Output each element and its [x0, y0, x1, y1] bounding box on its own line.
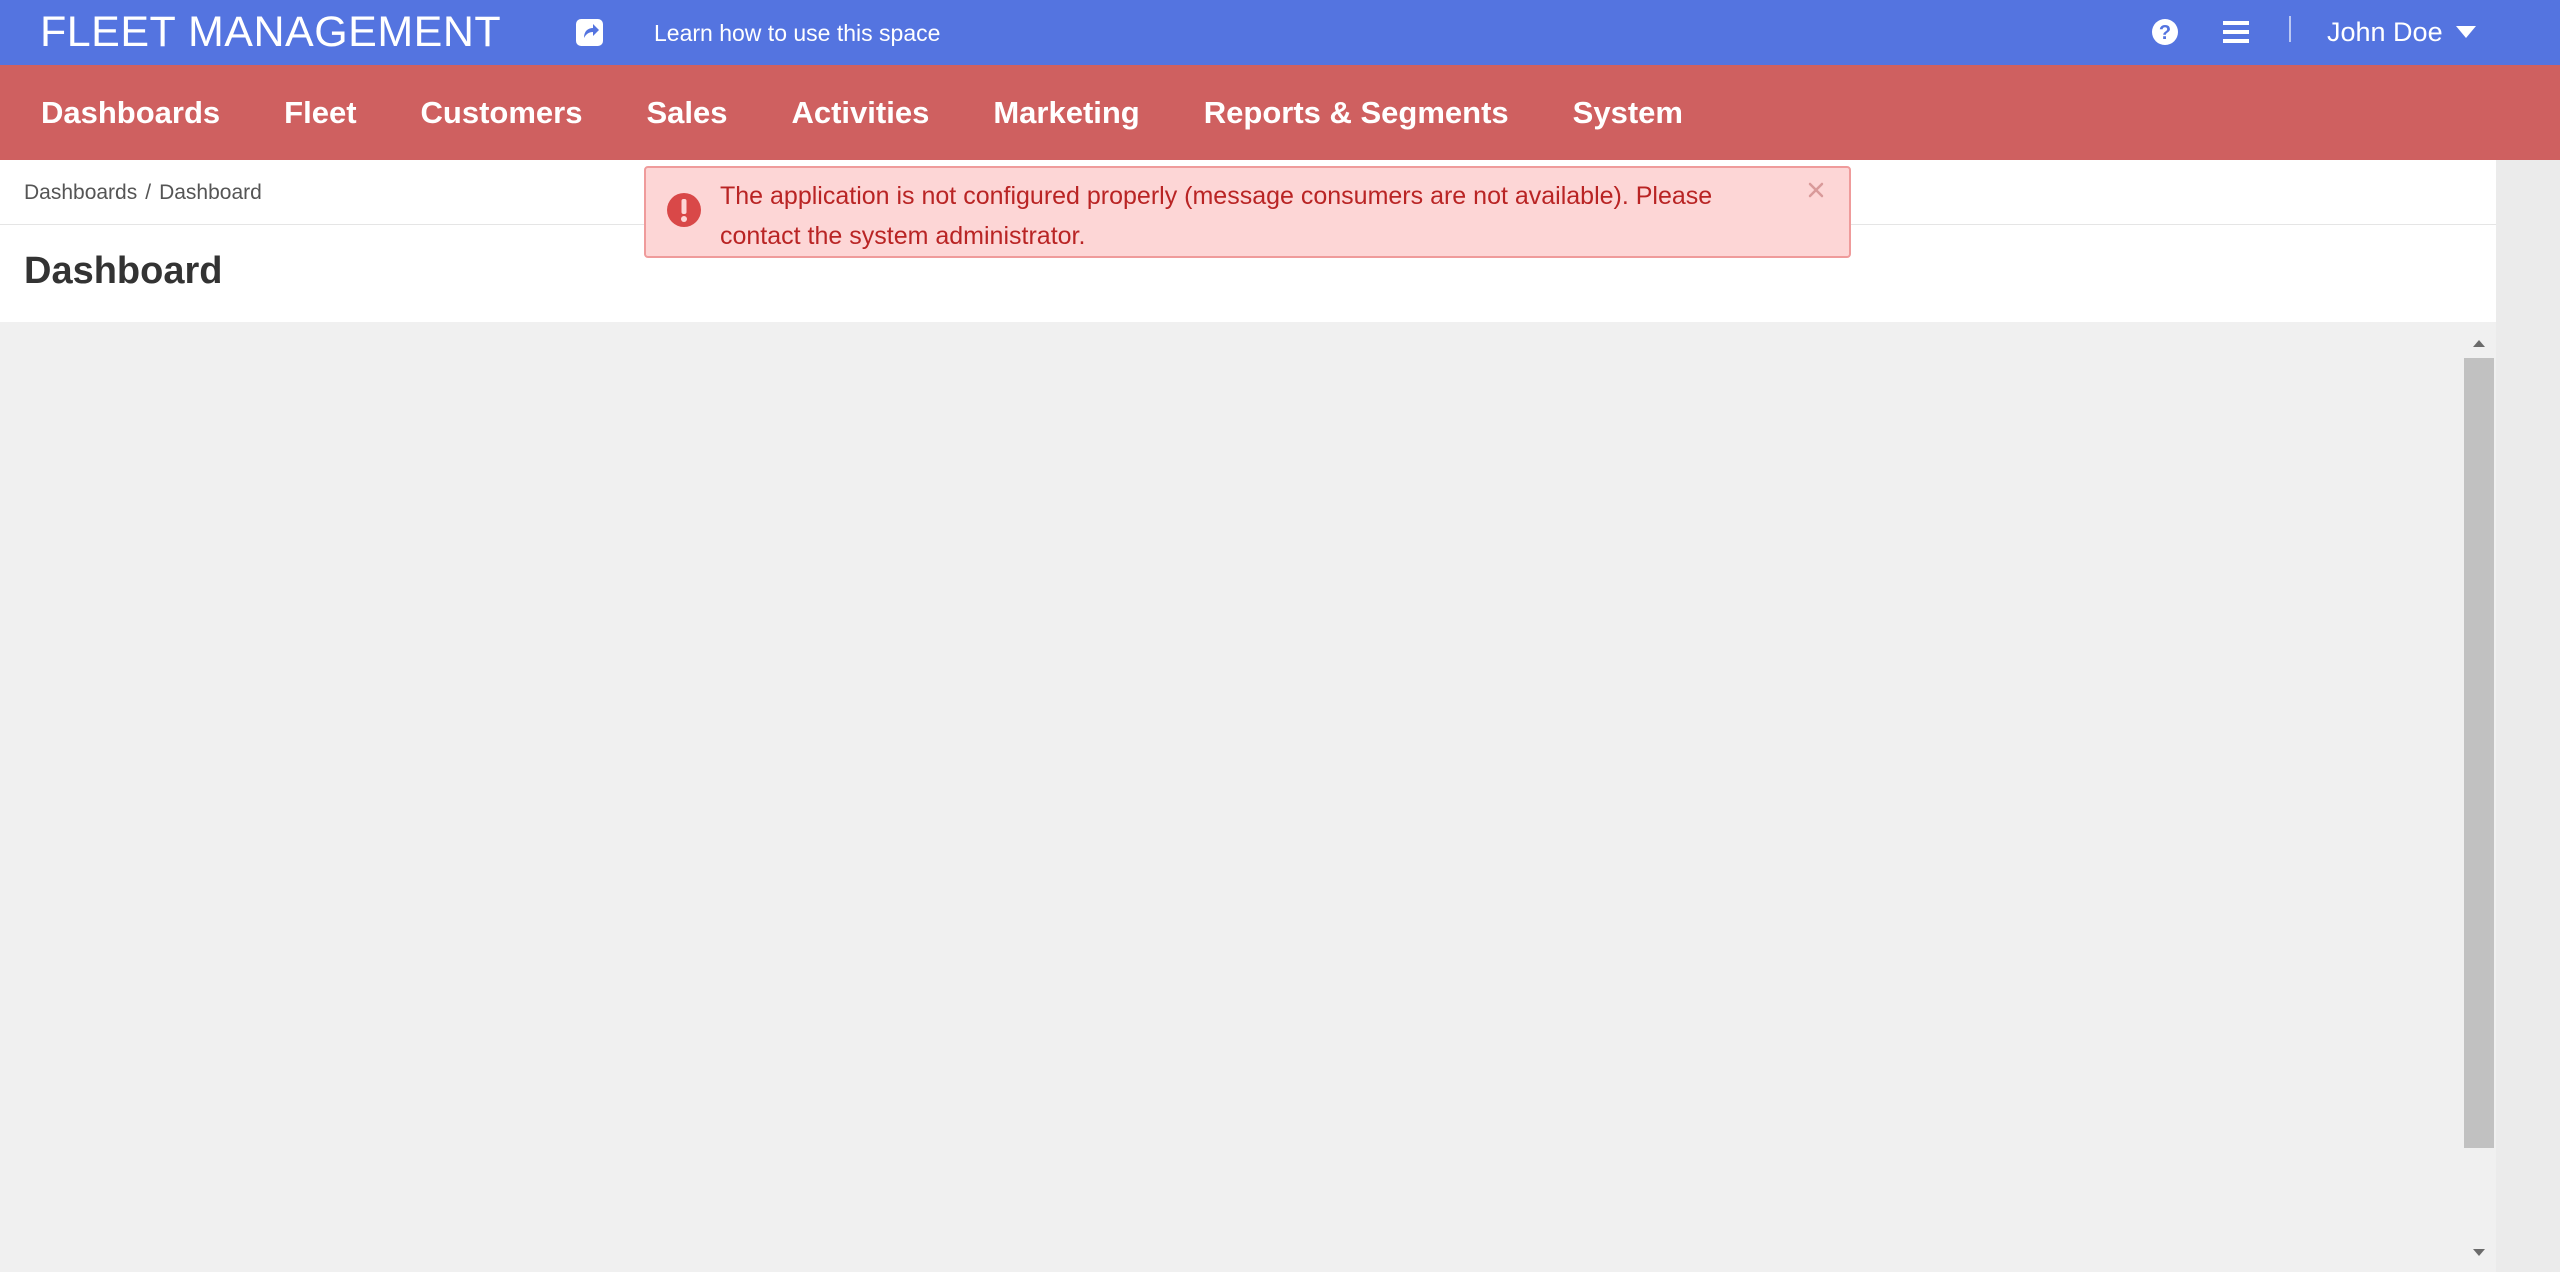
main-navigation: Dashboards Fleet Customers Sales Activit… — [0, 65, 2560, 160]
nav-item-reports-segments[interactable]: Reports & Segments — [1204, 93, 1509, 133]
error-alert: The application is not configured proper… — [644, 166, 1851, 258]
nav-item-customers[interactable]: Customers — [421, 93, 583, 133]
nav-item-dashboards[interactable]: Dashboards — [41, 93, 220, 133]
nav-item-system[interactable]: System — [1573, 93, 1683, 133]
user-menu[interactable]: John Doe — [2327, 15, 2477, 49]
close-icon[interactable] — [1804, 178, 1828, 202]
header-divider — [2289, 16, 2291, 42]
svg-text:?: ? — [2159, 22, 2171, 44]
alert-message: The application is not configured proper… — [720, 182, 1713, 250]
learn-how-link[interactable]: Learn how to use this space — [654, 20, 940, 46]
nav-item-activities[interactable]: Activities — [791, 93, 929, 133]
exclamation-circle-icon — [667, 193, 701, 227]
help-icon[interactable]: ? — [2150, 17, 2180, 47]
caret-down-icon — [2455, 26, 2476, 38]
user-name: John Doe — [2327, 17, 2443, 47]
scrollbar-thumb[interactable] — [2464, 358, 2494, 1148]
breadcrumb-item-dashboard: Dashboard — [159, 181, 262, 204]
nav-item-sales[interactable]: Sales — [646, 93, 727, 133]
scroll-down-arrow-icon[interactable] — [2466, 1244, 2492, 1262]
dashboard-content-area — [0, 322, 2496, 1272]
share-icon[interactable] — [575, 17, 605, 47]
menu-icon[interactable] — [2221, 18, 2251, 46]
nav-item-marketing[interactable]: Marketing — [993, 93, 1139, 133]
breadcrumb-item-dashboards[interactable]: Dashboards — [24, 181, 137, 204]
app-title[interactable]: FLEET MANAGEMENT — [40, 8, 501, 56]
breadcrumb-separator: / — [145, 181, 152, 204]
breadcrumb: Dashboards / Dashboard — [24, 180, 262, 206]
page-title: Dashboard — [24, 250, 223, 292]
top-header-bar: FLEET MANAGEMENT Learn how to use this s… — [0, 0, 2560, 65]
right-gutter — [2496, 160, 2560, 1272]
nav-item-fleet[interactable]: Fleet — [284, 93, 356, 133]
scroll-up-arrow-icon[interactable] — [2466, 334, 2492, 352]
